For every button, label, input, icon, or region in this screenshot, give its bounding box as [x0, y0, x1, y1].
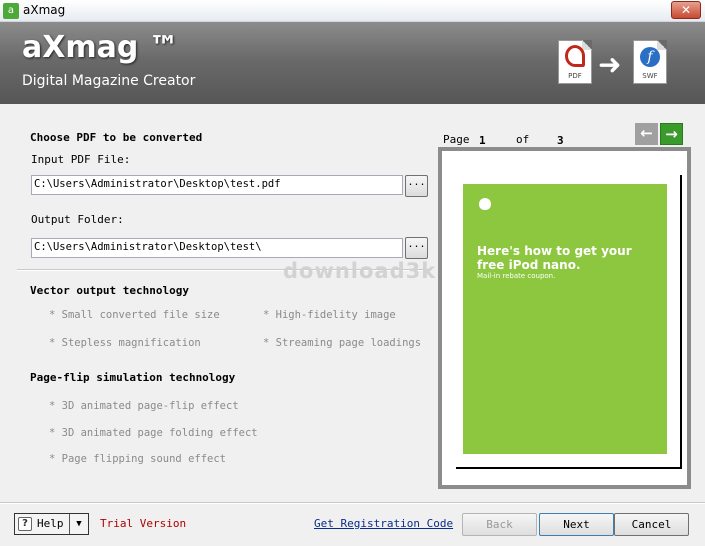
registration-link[interactable]: Get Registration Code [314, 517, 453, 530]
of-label: of [516, 133, 530, 146]
page-preview-frame: Here's how to get your free iPod nano. M… [438, 147, 691, 489]
preview-headline: Here's how to get your free iPod nano. [477, 244, 632, 272]
pdf-document-icon: PDF [558, 40, 592, 84]
brand-tagline: Digital Magazine Creator [22, 73, 196, 89]
page-preview: Here's how to get your free iPod nano. M… [456, 175, 680, 467]
input-pdf-label: Input PDF File: [31, 153, 131, 166]
feature-item: * Small converted file size [49, 309, 220, 321]
feature-item: * 3D animated page folding effect [49, 427, 258, 439]
feature-item: * Page flipping sound effect [49, 453, 227, 465]
close-button[interactable]: ✕ [671, 1, 701, 19]
browse-input-button[interactable]: ... [405, 175, 428, 197]
next-button[interactable]: Next [539, 513, 614, 536]
output-folder-label: Output Folder: [31, 213, 124, 226]
cancel-button[interactable]: Cancel [614, 513, 689, 536]
prev-page-button[interactable]: ← [635, 123, 658, 145]
window-title: aXmag [23, 3, 66, 17]
swf-document-icon: f SWF [633, 40, 667, 84]
vector-tech-heading: Vector output technology [30, 284, 189, 297]
current-page: 1 [479, 134, 486, 147]
preview-ad: Here's how to get your free iPod nano. M… [463, 184, 667, 454]
next-page-button[interactable]: → [660, 123, 683, 145]
back-button[interactable]: Back [462, 513, 537, 536]
title-bar: a aXmag ✕ [0, 0, 705, 22]
apple-logo-icon [479, 198, 491, 210]
input-pdf-field[interactable]: C:\Users\Administrator\Desktop\test.pdf [31, 175, 403, 195]
browse-output-button[interactable]: ... [405, 237, 428, 259]
page-label: Page [443, 133, 470, 146]
feature-item: * High-fidelity image [263, 309, 396, 321]
watermark-logo: download3k [283, 259, 437, 283]
choose-pdf-heading: Choose PDF to be converted [30, 131, 203, 144]
app-icon: a [3, 3, 19, 19]
output-folder-field[interactable]: C:\Users\Administrator\Desktop\test\ [31, 238, 403, 258]
chevron-down-icon[interactable]: ▼ [69, 514, 88, 534]
feature-item: * 3D animated page-flip effect [49, 400, 239, 412]
arrow-right-icon: ➜ [598, 48, 622, 81]
trial-version-text: Trial Version [100, 517, 187, 530]
page-flip-heading: Page-flip simulation technology [30, 371, 236, 384]
feature-item: * Stepless magnification [49, 337, 201, 349]
help-label: Help [37, 517, 64, 530]
feature-item: * Streaming page loadings [263, 337, 422, 349]
total-pages: 3 [557, 134, 564, 147]
footer-divider [0, 502, 705, 504]
help-button[interactable]: ? Help ▼ [14, 513, 89, 535]
preview-subline: Mail-in rebate coupon. [477, 272, 556, 280]
header-banner: aXmag ™ Digital Magazine Creator PDF ➜ f… [0, 22, 705, 104]
brand-name: aXmag ™ [22, 30, 179, 65]
help-icon: ? [18, 517, 32, 531]
